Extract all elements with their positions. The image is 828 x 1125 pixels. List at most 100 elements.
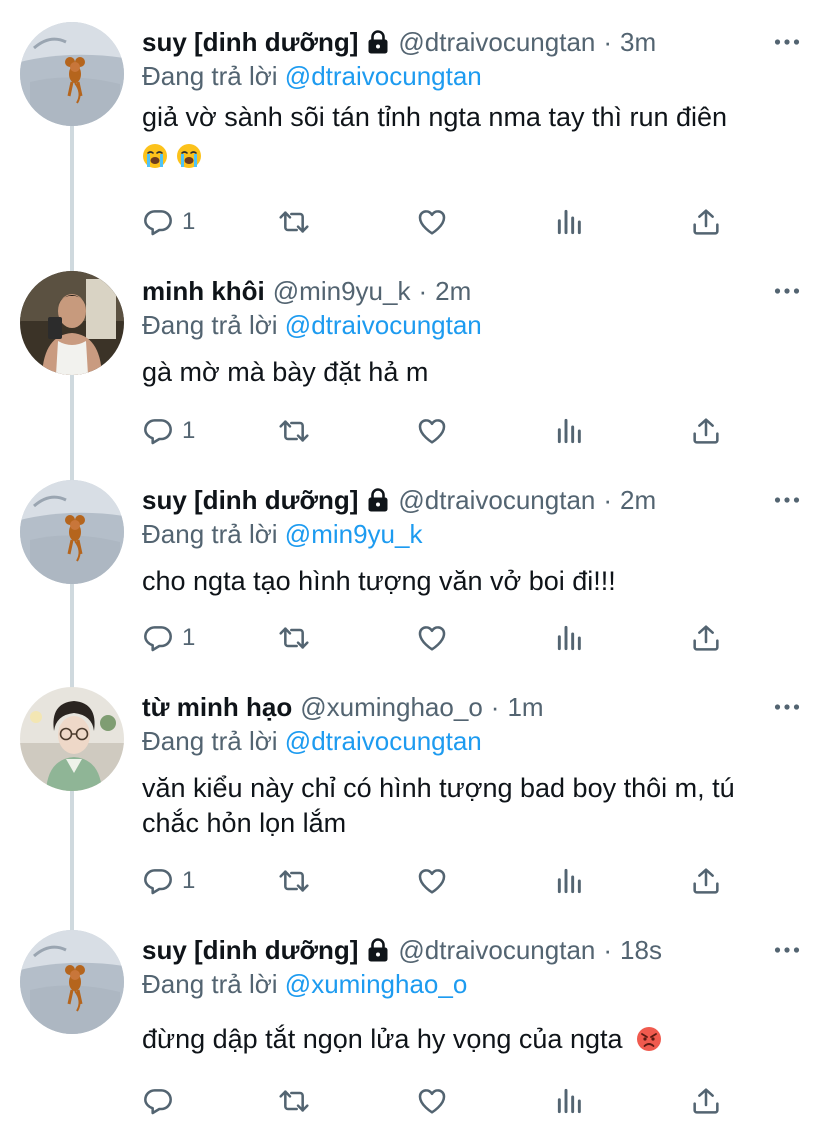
like-button[interactable] — [416, 202, 448, 242]
analytics-button[interactable] — [554, 411, 586, 451]
replying-to: Đang trả lời @dtraivocungtan — [142, 61, 482, 92]
share-button[interactable] — [690, 1081, 722, 1121]
reply-count: 1 — [182, 208, 196, 235]
user-handle[interactable]: @dtraivocungtan — [398, 27, 595, 58]
display-name[interactable]: từ minh hạo — [142, 692, 292, 723]
retweet-button[interactable] — [278, 411, 310, 451]
like-icon — [416, 622, 448, 654]
tweet-actions: 1 — [142, 411, 742, 451]
retweet-icon — [278, 206, 310, 238]
avatar[interactable] — [20, 271, 124, 375]
tweet-text: gà mờ mà bày đặt hả m — [142, 355, 802, 390]
analytics-button[interactable] — [554, 202, 586, 242]
replying-to-mention[interactable]: @dtraivocungtan — [285, 726, 482, 756]
replying-to: Đang trả lời @dtraivocungtan — [142, 310, 482, 341]
retweet-button[interactable] — [278, 202, 310, 242]
like-icon — [416, 865, 448, 897]
retweet-button[interactable] — [278, 618, 310, 658]
like-button[interactable] — [416, 411, 448, 451]
display-name[interactable]: suy [dinh dưỡng] — [142, 935, 358, 966]
avatar[interactable] — [20, 930, 124, 1034]
like-button[interactable] — [416, 861, 448, 901]
reply-button[interactable]: 1 — [142, 202, 195, 242]
share-icon — [690, 415, 722, 447]
tweet-text: cho ngta tạo hình tượng văn vở boi đi!!! — [142, 564, 802, 599]
reply-button[interactable]: 1 — [142, 618, 195, 658]
tweet-header: suy [dinh dưỡng] @dtraivocungtan · 2m — [142, 480, 656, 520]
analytics-button[interactable] — [554, 618, 586, 658]
user-handle[interactable]: @dtraivocungtan — [398, 935, 595, 966]
timestamp[interactable]: 1m — [507, 692, 543, 723]
separator: · — [603, 484, 613, 515]
share-button[interactable] — [690, 618, 722, 658]
replying-prefix: Đang trả lời — [142, 310, 278, 340]
more-icon[interactable] — [774, 32, 800, 52]
separator: · — [418, 275, 428, 306]
display-name[interactable]: suy [dinh dưỡng] — [142, 485, 358, 516]
like-button[interactable] — [416, 618, 448, 658]
retweet-icon — [278, 622, 310, 654]
analytics-icon — [554, 865, 586, 897]
like-button[interactable] — [416, 1081, 448, 1121]
display-name[interactable]: suy [dinh dưỡng] — [142, 27, 358, 58]
tweet-text-line: đừng dập tắt ngọn lửa hy vọng của ngta — [142, 1024, 623, 1054]
timestamp[interactable]: 2m — [435, 276, 471, 307]
reply-button[interactable]: 1 — [142, 411, 195, 451]
reply-icon — [142, 415, 174, 447]
avatar-image — [20, 930, 124, 1034]
timestamp[interactable]: 3m — [620, 27, 656, 58]
analytics-icon — [554, 1085, 586, 1117]
retweet-icon — [278, 865, 310, 897]
analytics-icon — [554, 206, 586, 238]
replying-to-mention[interactable]: @xuminghao_o — [285, 969, 468, 999]
more-icon[interactable] — [774, 697, 800, 717]
analytics-icon — [554, 622, 586, 654]
avatar[interactable] — [20, 22, 124, 126]
loudly-crying-face-icon — [176, 143, 202, 169]
retweet-button[interactable] — [278, 861, 310, 901]
tweet-actions: 1 — [142, 861, 742, 901]
separator: · — [603, 934, 613, 965]
more-icon[interactable] — [774, 940, 800, 960]
share-button[interactable] — [690, 202, 722, 242]
retweet-icon — [278, 1085, 310, 1117]
tweet-header: từ minh hạo @xuminghao_o · 1m — [142, 687, 544, 727]
avatar[interactable] — [20, 480, 124, 584]
more-icon[interactable] — [774, 490, 800, 510]
tweet-text: văn kiểu này chỉ có hình tượng bad boy t… — [142, 771, 802, 841]
user-handle[interactable]: @xuminghao_o — [300, 692, 483, 723]
share-icon — [690, 1085, 722, 1117]
share-icon — [690, 206, 722, 238]
more-icon[interactable] — [774, 281, 800, 301]
share-icon — [690, 622, 722, 654]
display-name[interactable]: minh khôi — [142, 276, 265, 307]
tweet-header: minh khôi @min9yu_k · 2m — [142, 271, 471, 311]
retweet-button[interactable] — [278, 1081, 310, 1121]
avatar[interactable] — [20, 687, 124, 791]
like-icon — [416, 206, 448, 238]
reply-button[interactable] — [142, 1081, 182, 1121]
share-button[interactable] — [690, 861, 722, 901]
tweet-header: suy [dinh dưỡng] @dtraivocungtan · 18s — [142, 930, 662, 970]
tweet-text-line: cho ngta tạo hình tượng văn vở boi đi!!! — [142, 566, 616, 596]
replying-to: Đang trả lời @xuminghao_o — [142, 969, 467, 1000]
separator: · — [603, 26, 613, 57]
emoji-row — [142, 139, 802, 174]
tweet-actions: 1 — [142, 618, 742, 658]
analytics-button[interactable] — [554, 1081, 586, 1121]
replying-to-mention[interactable]: @min9yu_k — [285, 519, 423, 549]
like-icon — [416, 415, 448, 447]
timestamp[interactable]: 18s — [620, 935, 662, 966]
reply-icon — [142, 206, 174, 238]
replying-to-mention[interactable]: @dtraivocungtan — [285, 61, 482, 91]
user-handle[interactable]: @min9yu_k — [273, 276, 411, 307]
replying-to-mention[interactable]: @dtraivocungtan — [285, 310, 482, 340]
timestamp[interactable]: 2m — [620, 485, 656, 516]
angry-face-icon — [636, 1026, 662, 1052]
avatar-image — [20, 271, 124, 375]
tweet-text-line: gà mờ mà bày đặt hả m — [142, 357, 429, 387]
share-button[interactable] — [690, 411, 722, 451]
user-handle[interactable]: @dtraivocungtan — [398, 485, 595, 516]
analytics-button[interactable] — [554, 861, 586, 901]
reply-button[interactable]: 1 — [142, 861, 195, 901]
